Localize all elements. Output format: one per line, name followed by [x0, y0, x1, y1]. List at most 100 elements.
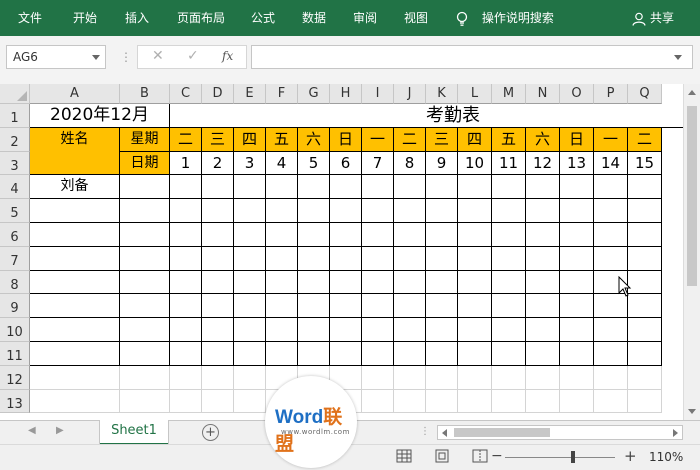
- attendance-cell[interactable]: [492, 199, 526, 223]
- attendance-cell[interactable]: [266, 175, 298, 200]
- attendance-cell[interactable]: [266, 246, 298, 271]
- attendance-cell[interactable]: [234, 223, 266, 247]
- attendance-cell[interactable]: [202, 318, 234, 342]
- tab-view[interactable]: 视图: [404, 0, 428, 36]
- attendance-cell[interactable]: [362, 318, 394, 342]
- attendance-cell[interactable]: [628, 294, 662, 319]
- cell-weekday[interactable]: 一: [362, 127, 394, 152]
- attendance-cell[interactable]: [526, 318, 560, 342]
- drag-handle-icon[interactable]: ⋮: [120, 50, 132, 64]
- cell-weekday[interactable]: 五: [266, 127, 298, 152]
- attendance-cell[interactable]: [628, 246, 662, 271]
- attendance-cell[interactable]: [30, 199, 120, 223]
- attendance-cell[interactable]: [492, 318, 526, 342]
- attendance-cell[interactable]: [628, 175, 662, 200]
- attendance-cell[interactable]: [330, 246, 362, 271]
- empty-cell[interactable]: [458, 389, 492, 414]
- attendance-cell[interactable]: [234, 175, 266, 200]
- empty-cell[interactable]: [394, 389, 426, 414]
- page-layout-view-icon[interactable]: [434, 449, 450, 463]
- attendance-cell[interactable]: [394, 223, 426, 247]
- tab-formulas[interactable]: 公式: [251, 0, 275, 36]
- attendance-cell[interactable]: [330, 318, 362, 342]
- empty-cell[interactable]: [120, 389, 170, 414]
- attendance-cell[interactable]: [170, 246, 202, 271]
- attendance-cell[interactable]: [30, 342, 120, 366]
- attendance-cell[interactable]: [234, 199, 266, 223]
- empty-cell[interactable]: [170, 365, 202, 390]
- horizontal-scrollbar[interactable]: [437, 425, 683, 440]
- attendance-cell[interactable]: [266, 294, 298, 319]
- attendance-cell[interactable]: [594, 246, 628, 271]
- attendance-cell[interactable]: [120, 175, 170, 200]
- attendance-cell[interactable]: [426, 318, 458, 342]
- attendance-cell[interactable]: [426, 199, 458, 223]
- vertical-scrollbar[interactable]: [683, 84, 700, 420]
- cell-date[interactable]: 1: [170, 151, 202, 176]
- column-header-q[interactable]: Q: [628, 84, 662, 104]
- attendance-cell[interactable]: [298, 294, 330, 319]
- cell-date[interactable]: 3: [234, 151, 266, 176]
- attendance-cell[interactable]: [266, 318, 298, 342]
- scroll-right-icon[interactable]: [673, 429, 678, 437]
- empty-cell[interactable]: [526, 365, 560, 390]
- attendance-cell[interactable]: [362, 175, 394, 200]
- attendance-cell[interactable]: [298, 199, 330, 223]
- empty-cell[interactable]: [492, 365, 526, 390]
- empty-cell[interactable]: [202, 389, 234, 414]
- attendance-cell[interactable]: [526, 223, 560, 247]
- attendance-cell[interactable]: [560, 223, 594, 247]
- cell-date[interactable]: 9: [426, 151, 458, 176]
- attendance-cell[interactable]: [298, 223, 330, 247]
- cell-date[interactable]: 2: [202, 151, 234, 176]
- tab-home[interactable]: 开始: [73, 0, 97, 36]
- attendance-cell[interactable]: [458, 294, 492, 319]
- attendance-cell[interactable]: [560, 246, 594, 271]
- empty-cell[interactable]: [594, 365, 628, 390]
- attendance-cell[interactable]: [330, 270, 362, 295]
- cell-employee-name[interactable]: 刘备: [30, 175, 120, 200]
- tab-file[interactable]: 文件: [18, 0, 42, 36]
- attendance-cell[interactable]: [560, 270, 594, 295]
- attendance-cell[interactable]: [266, 199, 298, 223]
- column-header-j[interactable]: J: [394, 84, 426, 104]
- attendance-cell[interactable]: [526, 294, 560, 319]
- attendance-cell[interactable]: [202, 294, 234, 319]
- expand-formula-icon[interactable]: [674, 55, 682, 60]
- attendance-cell[interactable]: [458, 270, 492, 295]
- attendance-cell[interactable]: [526, 199, 560, 223]
- cell-weekday[interactable]: 二: [628, 127, 662, 152]
- row-header-9[interactable]: 9: [0, 294, 30, 319]
- empty-cell[interactable]: [628, 389, 662, 414]
- page-break-view-icon[interactable]: [472, 449, 488, 463]
- attendance-cell[interactable]: [594, 223, 628, 247]
- cell-date[interactable]: 4: [266, 151, 298, 176]
- vertical-scroll-thumb[interactable]: [687, 106, 697, 286]
- cell-date[interactable]: 7: [362, 151, 394, 176]
- cell-date[interactable]: 12: [526, 151, 560, 176]
- attendance-cell[interactable]: [202, 270, 234, 295]
- column-header-d[interactable]: D: [202, 84, 234, 104]
- row-header-11[interactable]: 11: [0, 342, 30, 366]
- normal-view-icon[interactable]: [396, 449, 412, 463]
- chevron-down-icon[interactable]: [92, 55, 100, 60]
- attendance-cell[interactable]: [458, 246, 492, 271]
- scroll-up-icon[interactable]: [688, 90, 696, 95]
- scroll-left-icon[interactable]: [442, 429, 447, 437]
- attendance-cell[interactable]: [266, 342, 298, 366]
- attendance-cell[interactable]: [394, 318, 426, 342]
- zoom-slider[interactable]: [505, 457, 615, 458]
- column-header-m[interactable]: M: [492, 84, 526, 104]
- attendance-cell[interactable]: [362, 294, 394, 319]
- cell-weekday[interactable]: 一: [594, 127, 628, 152]
- row-header-10[interactable]: 10: [0, 318, 30, 342]
- attendance-cell[interactable]: [628, 318, 662, 342]
- row-header-13[interactable]: 13: [0, 389, 30, 414]
- attendance-cell[interactable]: [426, 270, 458, 295]
- attendance-cell[interactable]: [394, 270, 426, 295]
- attendance-cell[interactable]: [30, 294, 120, 319]
- column-header-e[interactable]: E: [234, 84, 266, 104]
- zoom-in-button[interactable]: +: [624, 447, 637, 465]
- attendance-cell[interactable]: [170, 342, 202, 366]
- attendance-cell[interactable]: [30, 318, 120, 342]
